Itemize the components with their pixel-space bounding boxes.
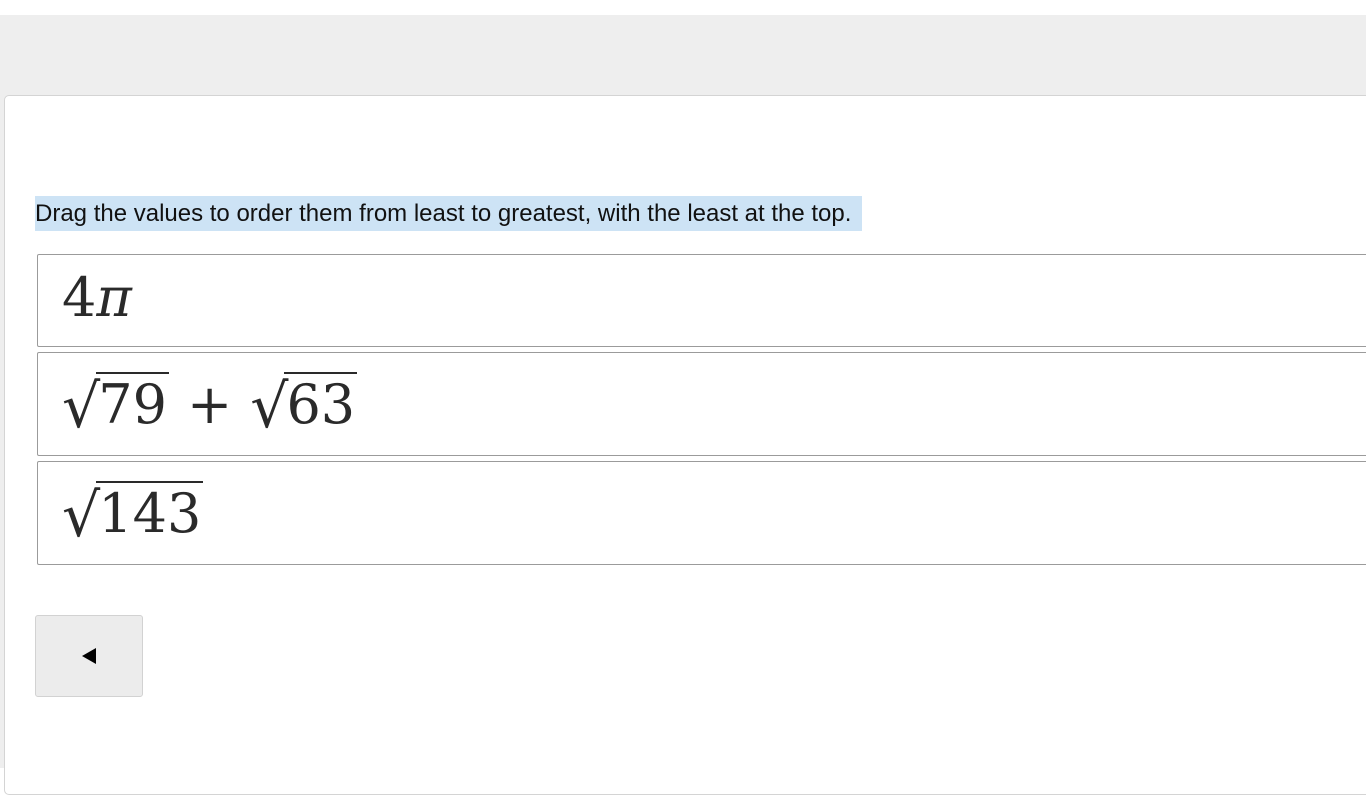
back-button[interactable] [35,615,143,697]
radicand: 63 [284,372,358,436]
radical-sign-icon: √ [250,372,289,442]
radical-sign-icon: √ [62,481,101,551]
square-root: √63 [250,367,358,445]
back-arrow-icon [82,648,96,664]
math-expression: √143 [62,476,204,554]
sortable-item-sqrt143[interactable]: √143 [37,461,1366,565]
square-root: √143 [62,476,204,554]
radicand: 143 [96,481,204,545]
sortable-item-sqrt79-plus-sqrt63[interactable]: √79 + √63 [37,352,1366,456]
plus-operator: + [186,373,233,436]
instruction-text: Drag the values to order them from least… [35,196,863,231]
square-root: √79 [62,367,169,445]
math-expression: √79 + √63 [62,367,358,445]
radicand: 79 [96,372,169,436]
sortable-item-4pi[interactable]: 4π [37,254,1366,347]
coefficient: 4 [62,266,97,329]
math-expression: 4π [62,263,132,333]
radical-sign-icon: √ [62,372,101,442]
pi-symbol: π [96,266,132,329]
